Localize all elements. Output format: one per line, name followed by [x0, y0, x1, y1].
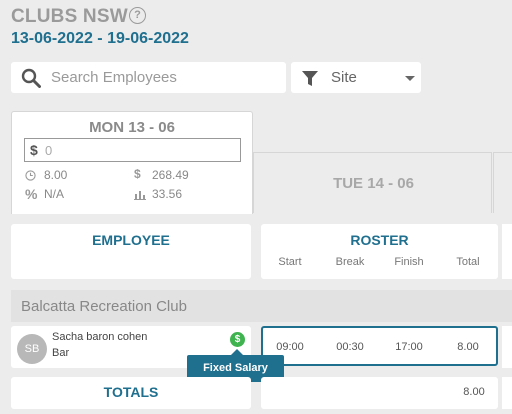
- dollar-icon: $: [30, 142, 38, 158]
- totals-next: [502, 377, 512, 409]
- day-card-tue[interactable]: TUE 14 - 06: [253, 152, 492, 213]
- day-cost: 268.49: [152, 168, 189, 182]
- column-break: Break: [335, 256, 365, 268]
- day-cost-value: 0: [45, 143, 53, 158]
- shift-break: 00:30: [336, 341, 364, 353]
- salary-icon[interactable]: $: [230, 332, 245, 347]
- site-filter-dropdown[interactable]: Site: [291, 62, 421, 93]
- totals-roster: 8.00: [261, 377, 498, 409]
- site-filter-label: Site: [331, 69, 357, 86]
- clock-icon: [25, 170, 36, 181]
- group-row: Balcatta Recreation Club: [11, 290, 512, 322]
- roster-column-header-next: [502, 224, 512, 279]
- totals-row: TOTALS: [11, 377, 251, 409]
- search-placeholder: Search Employees: [51, 69, 177, 86]
- shift-total: 8.00: [457, 341, 479, 353]
- day-label: MON 13 - 06: [89, 119, 175, 136]
- search-input[interactable]: Search Employees: [11, 62, 286, 93]
- date-range: 13-06-2022 - 19-06-2022: [11, 30, 189, 47]
- filter-icon: [302, 71, 318, 86]
- column-total: Total: [456, 256, 480, 268]
- day-card-mon[interactable]: MON 13 - 06 $ 0 8.00 $ 268.49 % N/A 33.5…: [11, 111, 253, 214]
- search-icon: [21, 68, 41, 88]
- column-finish: Finish: [394, 256, 424, 268]
- employee-name: Sacha baron cohen: [52, 331, 148, 343]
- day-hours: 8.00: [44, 168, 68, 182]
- day-percent: N/A: [44, 187, 65, 201]
- shift-cell[interactable]: 09:00 00:30 17:00 8.00: [261, 326, 498, 366]
- page-title: CLUBS NSW: [11, 6, 128, 27]
- day-chart-value: 33.56: [152, 187, 183, 201]
- employee-role: Bar: [52, 347, 70, 359]
- shift-finish: 17:00: [395, 341, 423, 353]
- roster-header-label: ROSTER: [350, 232, 409, 248]
- employee-column-header: EMPLOYEE: [11, 224, 251, 279]
- help-icon[interactable]: ?: [129, 7, 146, 24]
- chevron-down-icon: [405, 76, 415, 81]
- day-cost-input[interactable]: $ 0: [24, 138, 241, 162]
- bar-chart-icon: [134, 191, 146, 200]
- dollar-icon: $: [134, 167, 141, 181]
- percent-icon: %: [25, 186, 38, 202]
- roster-column-header: ROSTER Start Break Finish Total: [261, 224, 498, 279]
- shift-cell-next[interactable]: [502, 326, 512, 368]
- totals-value: 8.00: [463, 386, 485, 398]
- group-name: Balcatta Recreation Club: [21, 298, 187, 315]
- employee-header-label: EMPLOYEE: [92, 232, 170, 248]
- avatar: SB: [17, 334, 47, 364]
- shift-start: 09:00: [276, 341, 304, 353]
- day-label: TUE 14 - 06: [333, 175, 414, 192]
- day-card-next[interactable]: [493, 152, 512, 213]
- column-start: Start: [278, 256, 302, 268]
- totals-label: TOTALS: [103, 384, 159, 400]
